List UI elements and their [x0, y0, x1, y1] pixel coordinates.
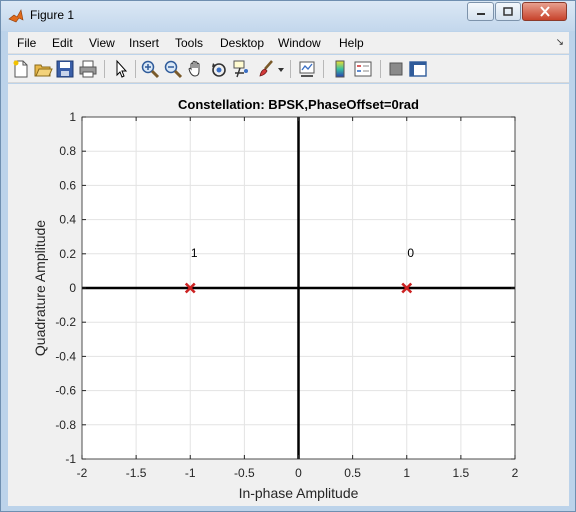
pointer-icon[interactable] [111, 59, 131, 79]
menu-view[interactable]: View [89, 36, 115, 50]
x-tick-label: 0 [295, 466, 302, 480]
close-button[interactable] [522, 2, 567, 21]
y-tick-label: 0.2 [59, 247, 76, 261]
figure-window: Figure 1 File Edit View Insert Tools Des… [0, 0, 576, 512]
zoom-in-icon[interactable] [140, 59, 160, 79]
menu-overflow-arrow[interactable]: ↘ [556, 37, 564, 48]
x-tick-label: -2 [77, 466, 88, 480]
y-tick-label: 1 [69, 110, 76, 124]
toolbar [8, 55, 569, 83]
y-axis-label: Quadrature Amplitude [32, 220, 48, 356]
y-tick-label: -0.2 [55, 315, 76, 329]
print-icon[interactable] [78, 59, 98, 79]
data-cursor-icon[interactable] [232, 59, 252, 79]
minimize-icon [476, 12, 485, 15]
menu-file[interactable]: File [17, 36, 36, 50]
toolbar-separator [290, 60, 291, 78]
show-plot-tools-icon[interactable] [408, 59, 428, 79]
x-tick-label: 1 [403, 466, 410, 480]
y-tick-label: 0 [69, 281, 76, 295]
menu-insert[interactable]: Insert [129, 36, 159, 50]
menu-help[interactable]: Help [339, 36, 364, 50]
menu-bar: File Edit View Insert Tools Desktop Wind… [8, 32, 569, 54]
colorbar-icon[interactable] [330, 59, 350, 79]
x-tick-label: -0.5 [234, 466, 255, 480]
toolbar-separator [323, 60, 324, 78]
toolbar-separator [380, 60, 381, 78]
chart-title: Constellation: BPSK,PhaseOffset=0rad [178, 97, 419, 112]
point-label: 0 [407, 246, 414, 260]
x-tick-label: -1 [185, 466, 196, 480]
toolbar-separator [104, 60, 105, 78]
menu-edit[interactable]: Edit [52, 36, 73, 50]
close-icon [539, 6, 550, 17]
legend-icon[interactable] [353, 59, 373, 79]
point-label: 1 [191, 246, 198, 260]
x-axis-label: In-phase Amplitude [239, 485, 359, 501]
new-figure-icon[interactable] [11, 59, 31, 79]
menu-tools[interactable]: Tools [175, 36, 203, 50]
constellation-plot[interactable]: -2 -1.5 -1 -0.5 0 0.5 1 1.5 2 -1 -0.8 -0.6 -0.4 -0.2 0… [8, 84, 569, 506]
matlab-icon [8, 9, 24, 23]
open-file-icon[interactable] [33, 59, 53, 79]
save-icon[interactable] [55, 59, 75, 79]
y-tick-label: -0.8 [55, 418, 76, 432]
y-tick-label: 0.4 [59, 213, 76, 227]
x-tick-label: 2 [512, 466, 519, 480]
menu-window[interactable]: Window [278, 36, 321, 50]
rotate-3d-icon[interactable] [209, 59, 229, 79]
brush-icon[interactable] [256, 59, 276, 79]
y-tick-label: 0.8 [59, 144, 76, 158]
maximize-button[interactable] [495, 2, 521, 21]
y-tick-label: -0.4 [55, 349, 76, 363]
y-tick-label: -0.6 [55, 384, 76, 398]
title-bar: Figure 1 [1, 1, 575, 31]
window-title: Figure 1 [30, 8, 75, 22]
toolbar-separator [135, 60, 136, 78]
x-tick-label: -1.5 [126, 466, 147, 480]
zoom-out-icon[interactable] [163, 59, 183, 79]
maximize-icon [503, 7, 513, 16]
brush-dropdown-icon[interactable] [276, 59, 286, 79]
figure-canvas[interactable]: -2 -1.5 -1 -0.5 0 0.5 1 1.5 2 -1 -0.8 -0.6 -0.4 -0.2 0… [8, 84, 569, 506]
link-plot-icon[interactable] [297, 59, 317, 79]
minimize-button[interactable] [467, 2, 494, 21]
x-tick-label: 1.5 [453, 466, 470, 480]
y-tick-label: -1 [65, 452, 76, 466]
pan-hand-icon[interactable] [186, 59, 206, 79]
hide-plot-tools-icon[interactable] [386, 59, 406, 79]
y-tick-label: 0.6 [59, 178, 76, 192]
x-tick-label: 0.5 [344, 466, 361, 480]
menu-desktop[interactable]: Desktop [220, 36, 264, 50]
